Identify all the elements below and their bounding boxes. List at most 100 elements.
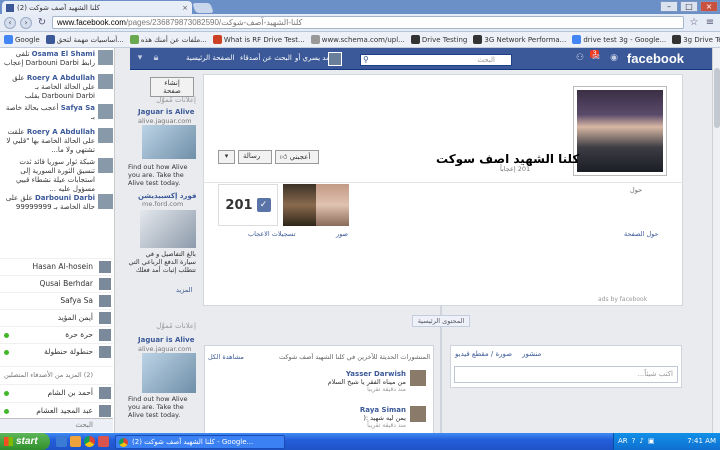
bookmark-item[interactable]: www.schema.com/upl... — [310, 35, 405, 44]
bookmark-item[interactable]: Google — [4, 35, 40, 44]
chat-friend[interactable]: أيمن المؤيد — [0, 309, 113, 325]
photos-tile[interactable] — [283, 184, 349, 226]
reload-icon[interactable]: ↻ — [36, 17, 48, 29]
quicklaunch-folder-icon[interactable] — [70, 436, 81, 447]
ticker-story[interactable]: Osama El Shami تلقى رابط Darbouni Darbi … — [2, 50, 113, 68]
composer-tab-photo[interactable]: صورة / مقطع فيديو — [455, 350, 512, 358]
facebook-logo[interactable]: facebook — [627, 51, 684, 66]
ticker-avatar[interactable] — [98, 104, 113, 119]
post-avatar[interactable] — [410, 406, 426, 422]
ticker-story[interactable]: شبكة ثوار سوريا قائد ثدت تنسيق الثورة ال… — [2, 158, 113, 194]
ad-url[interactable]: alive.jaguar.com — [138, 117, 192, 125]
minimize-button[interactable]: – — [660, 1, 678, 12]
composer-input[interactable]: اكتب شيئاً... — [454, 366, 678, 383]
address-bar[interactable]: www.facebook.com/pages/كلنا-الشهيد-آصف-ش… — [52, 16, 684, 29]
ad-car-image[interactable] — [142, 125, 196, 159]
bookmark-item[interactable]: أساسيات مهمة لتحق... — [45, 35, 124, 44]
maximize-button[interactable]: □ — [680, 1, 698, 12]
chat-friend[interactable]: Qusai Berhdar — [0, 275, 113, 291]
nav-find-friends[interactable]: البحث عن أصدقاء — [240, 54, 292, 62]
post-time[interactable]: منذ دقيقة تقريباً — [206, 422, 406, 429]
ads-by-facebook[interactable]: ads by facebook — [598, 296, 647, 303]
photos-label[interactable]: صور — [336, 230, 348, 238]
post-time[interactable]: منذ دقيقة تقريباً — [206, 386, 406, 393]
network-icon[interactable]: ▣ — [648, 433, 655, 450]
scrollbar-thumb[interactable] — [714, 68, 720, 128]
bookmark-item[interactable]: 3g Drive Test Learning — [672, 35, 720, 44]
ticker-story[interactable]: Safya Sa أعجب بحالة خاصة بـ — [2, 104, 113, 122]
timeline-highlights-button[interactable]: المحتوى الرئيسية — [412, 315, 470, 327]
like-button[interactable]: 👍︎ أعجبني — [275, 150, 319, 164]
bookmark-item[interactable]: What is RF Drive Test... — [212, 35, 305, 44]
quicklaunch-desktop-icon[interactable] — [56, 436, 67, 447]
ticker-avatar[interactable] — [98, 50, 113, 65]
language-indicator[interactable]: AR — [618, 433, 628, 450]
ad-car-image[interactable] — [142, 353, 196, 393]
ticker-avatar[interactable] — [98, 128, 113, 143]
close-tab-icon[interactable]: × — [182, 4, 188, 12]
star-icon[interactable]: ☆ — [688, 17, 700, 29]
message-button[interactable]: رسالة — [238, 150, 272, 164]
composer-tab-status[interactable]: منشور — [522, 350, 541, 358]
chat-friend[interactable]: حنطولة حنطولة — [0, 343, 113, 359]
post-author[interactable]: Yasser Darwish — [206, 370, 406, 378]
taskbar-item-chrome[interactable]: كلنا الشهيد آصف شوكت (2) - Google... — [115, 435, 285, 449]
chat-friend[interactable]: أحمد بن الشام — [0, 384, 113, 400]
quicklaunch-media-icon[interactable] — [98, 436, 109, 447]
messages-icon[interactable]: ✉ — [590, 53, 602, 64]
post-author[interactable]: Raya Siman — [206, 406, 406, 414]
ticker-avatar[interactable] — [98, 74, 113, 89]
help-icon[interactable]: ? — [632, 433, 636, 450]
ticker-actor[interactable]: Roery A Abdullah — [27, 128, 95, 136]
browser-tab[interactable]: كلنا الشهيد آصف شوكت (2) × — [2, 1, 192, 14]
chat-search-input[interactable]: البحث — [0, 418, 113, 432]
globe-icon[interactable]: ◉ — [608, 53, 620, 64]
ticker-avatar[interactable] — [98, 158, 113, 173]
likes-label[interactable]: تسجيلات الاعجاب — [248, 230, 296, 238]
clock[interactable]: 7:41 AM — [687, 433, 716, 450]
start-button[interactable]: start — [0, 433, 50, 450]
ticker-story[interactable]: Roery A Abdullah علق على الحالة الخاصة ب… — [2, 74, 113, 101]
create-page-button[interactable]: إنشاء صفحة — [150, 77, 194, 97]
ad-ford-image[interactable] — [140, 210, 196, 248]
ticker-actor[interactable]: Safya Sa — [61, 104, 95, 112]
settings-arrow-icon[interactable]: ▾ — [134, 53, 146, 64]
page-scrollbar[interactable] — [712, 48, 720, 433]
chat-friend[interactable]: Safya Sa — [0, 292, 113, 308]
bookmark-item[interactable]: 3G Network Performa... — [473, 35, 566, 44]
chat-friend[interactable]: حرة حرة — [0, 326, 113, 342]
ticker-story[interactable]: Darbouni Darbi علق على حالة الخاصة بـ 99… — [2, 194, 113, 212]
bookmark-item[interactable]: Drive Testing — [410, 35, 467, 44]
bookmark-item[interactable]: drive test 3g - Google... — [572, 35, 666, 44]
see-all-link[interactable]: مشاهدة الكل — [208, 353, 244, 361]
ad-url[interactable]: alive.jaguar.com — [138, 345, 192, 353]
ad-url[interactable]: me.ford.com — [142, 200, 183, 208]
recent-post[interactable]: Yasser Darwish من ميناه الفقر يا شيخ الس… — [206, 370, 426, 400]
forward-button[interactable]: › — [20, 16, 32, 29]
chat-friend[interactable]: (2) المزيد من الأصدقاء المتصلين — [0, 366, 113, 382]
privacy-lock-icon[interactable]: 🔒︎ — [150, 53, 162, 64]
volume-icon[interactable]: ♪ — [639, 433, 643, 450]
ad-title[interactable]: Jaguar is Alive — [138, 336, 194, 344]
chat-friend[interactable]: عبد المجيد العشام — [0, 402, 113, 418]
ad-title[interactable]: Jaguar is Alive — [138, 108, 194, 116]
ticker-actor[interactable]: Roery A Abdullah — [27, 74, 95, 82]
wrench-icon[interactable]: ≡ — [704, 17, 716, 29]
quicklaunch-chrome-icon[interactable] — [84, 436, 95, 447]
friend-requests-icon[interactable]: ⚇ — [574, 53, 586, 64]
more-ads-link[interactable]: المزيد — [176, 286, 192, 294]
profile-picture[interactable] — [573, 86, 667, 176]
ticker-actor[interactable]: Osama El Shami — [32, 50, 95, 58]
chat-friend[interactable]: Hasan Al-hosein — [0, 258, 113, 274]
facebook-search-input[interactable]: ⚲ البحث — [360, 54, 512, 66]
likes-tile[interactable]: 201 ✓ — [218, 184, 278, 226]
bookmark-item[interactable]: ملفات عن أمنك هذه... — [129, 35, 207, 44]
post-avatar[interactable] — [410, 370, 426, 386]
close-window-button[interactable]: × — [700, 1, 718, 12]
ad-title[interactable]: فورد إكسبيديشن — [138, 192, 196, 200]
ticker-actor[interactable]: Darbouni Darbi — [35, 194, 95, 202]
recent-post[interactable]: Raya Siman يمن ليه شهيد :( منذ دقيقة تقر… — [206, 406, 426, 432]
ticker-avatar[interactable] — [98, 194, 113, 209]
about-page-link[interactable]: حول الصفحة — [624, 230, 659, 238]
new-tab-button[interactable] — [192, 3, 214, 13]
